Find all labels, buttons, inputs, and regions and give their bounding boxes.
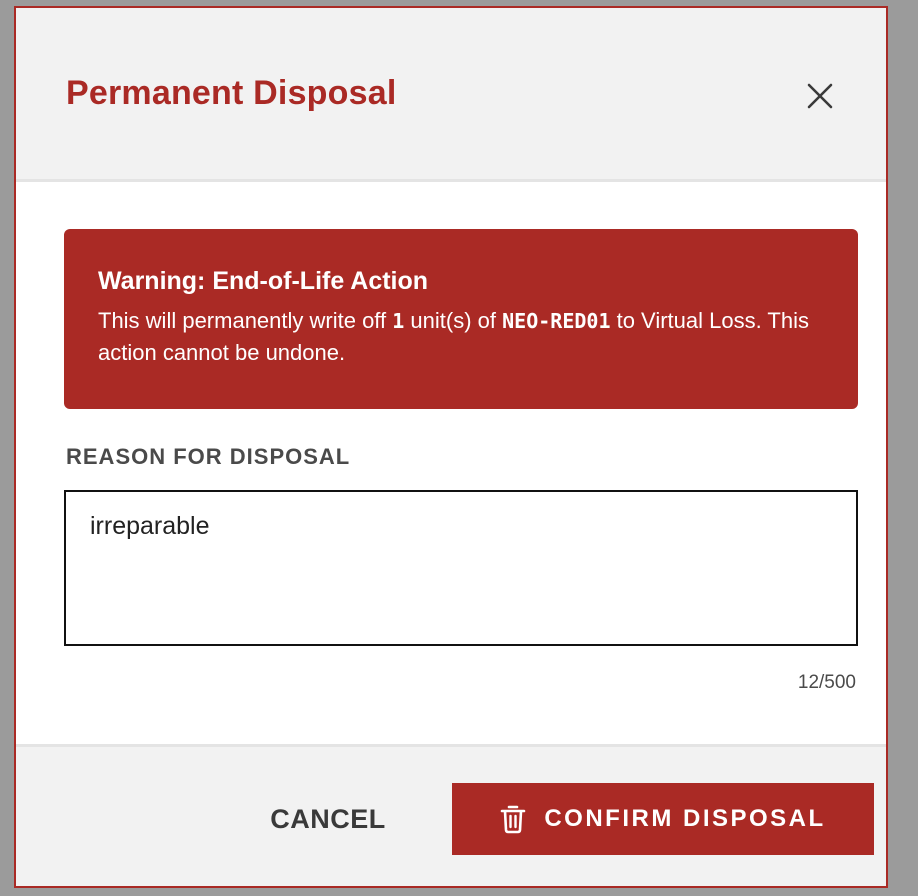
warning-title: Warning: End-of-Life Action [98,267,429,295]
warning-quantity: 1 [392,309,405,333]
trash-icon [500,804,526,834]
warning-message: This will permanently write off 1 unit(s… [98,305,824,369]
warning-text-part: unit(s) of [404,308,503,333]
dialog-footer: CANCEL CONFIRM DISPOSAL [16,744,886,886]
confirm-disposal-label: CONFIRM DISPOSAL [544,805,826,832]
dialog-title: Permanent Disposal [66,74,397,112]
confirm-disposal-button[interactable]: CONFIRM DISPOSAL [452,783,874,855]
warning-sku: NEO-RED01 [502,309,611,333]
reason-textarea[interactable]: irreparable [64,490,858,646]
close-icon [807,83,833,109]
reason-label: REASON FOR DISPOSAL [66,444,351,469]
warning-banner: Warning: End-of-Life Action This will pe… [64,229,858,409]
character-count: 12/500 [797,672,856,693]
disposal-dialog: Permanent Disposal Warning: End-of-Life … [14,6,888,888]
close-button[interactable] [798,74,842,118]
warning-text-part: This will permanently write off [98,308,393,333]
dialog-header: Permanent Disposal [16,8,886,182]
cancel-button[interactable]: CANCEL [248,783,408,855]
